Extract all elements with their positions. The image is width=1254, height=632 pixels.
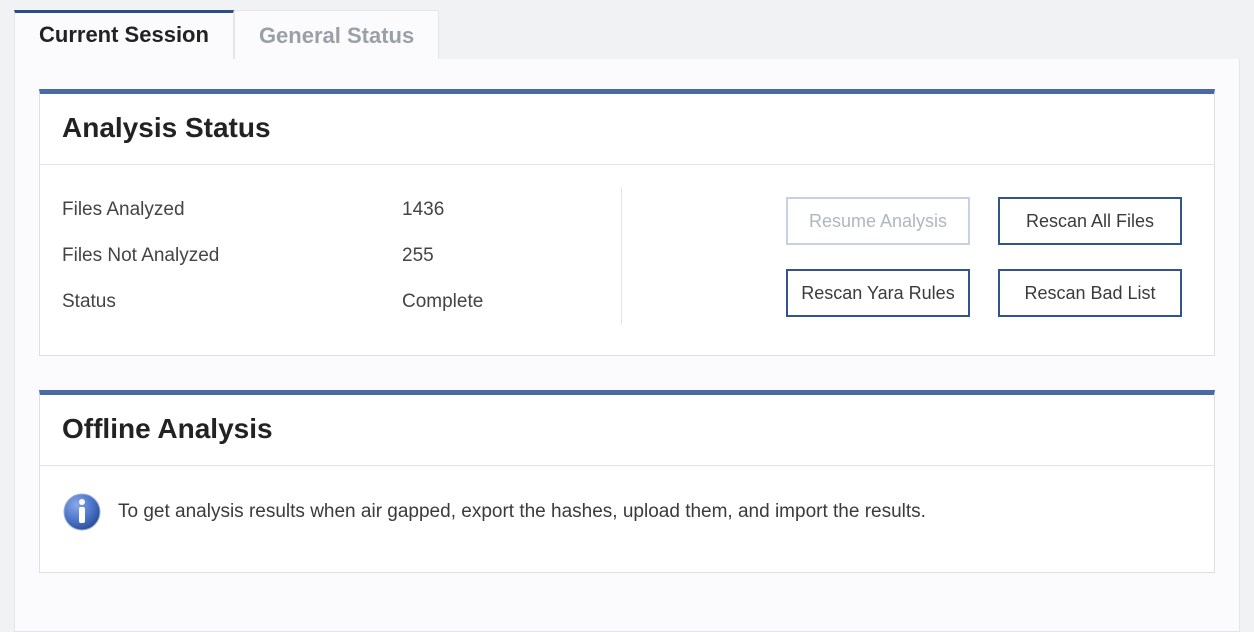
analysis-status-card: Analysis Status Files Analyzed 1436 File… <box>39 89 1215 356</box>
offline-analysis-title: Offline Analysis <box>62 413 1192 445</box>
info-icon <box>62 492 102 532</box>
files-analyzed-label: Files Analyzed <box>62 199 402 221</box>
analysis-status-body: Files Analyzed 1436 Files Not Analyzed 2… <box>40 165 1214 355</box>
analysis-buttons: Resume Analysis Rescan All Files Rescan … <box>622 187 1186 325</box>
stat-row-files-not-analyzed: Files Not Analyzed 255 <box>62 233 597 279</box>
offline-analysis-card: Offline Analysis To get an <box>39 390 1215 573</box>
files-not-analyzed-label: Files Not Analyzed <box>62 245 402 267</box>
tab-general-status[interactable]: General Status <box>234 10 439 59</box>
offline-analysis-body: To get analysis results when air gapped,… <box>40 466 1214 572</box>
offline-analysis-header: Offline Analysis <box>40 395 1214 466</box>
files-not-analyzed-value: 255 <box>402 245 434 267</box>
status-value: Complete <box>402 291 483 313</box>
analysis-status-title: Analysis Status <box>62 112 1192 144</box>
analysis-stats: Files Analyzed 1436 Files Not Analyzed 2… <box>62 187 622 325</box>
tab-row: Current Session General Status <box>14 10 1240 59</box>
resume-analysis-button: Resume Analysis <box>786 197 970 245</box>
rescan-yara-rules-button[interactable]: Rescan Yara Rules <box>786 269 970 317</box>
rescan-all-files-button[interactable]: Rescan All Files <box>998 197 1182 245</box>
files-analyzed-value: 1436 <box>402 199 444 221</box>
tab-current-session[interactable]: Current Session <box>14 10 234 59</box>
stat-row-files-analyzed: Files Analyzed 1436 <box>62 187 597 233</box>
rescan-bad-list-button[interactable]: Rescan Bad List <box>998 269 1182 317</box>
status-label: Status <box>62 291 402 313</box>
offline-info-text: To get analysis results when air gapped,… <box>118 501 926 523</box>
analysis-status-header: Analysis Status <box>40 94 1214 165</box>
tab-panel-current-session: Analysis Status Files Analyzed 1436 File… <box>14 59 1240 632</box>
stat-row-status: Status Complete <box>62 279 597 325</box>
